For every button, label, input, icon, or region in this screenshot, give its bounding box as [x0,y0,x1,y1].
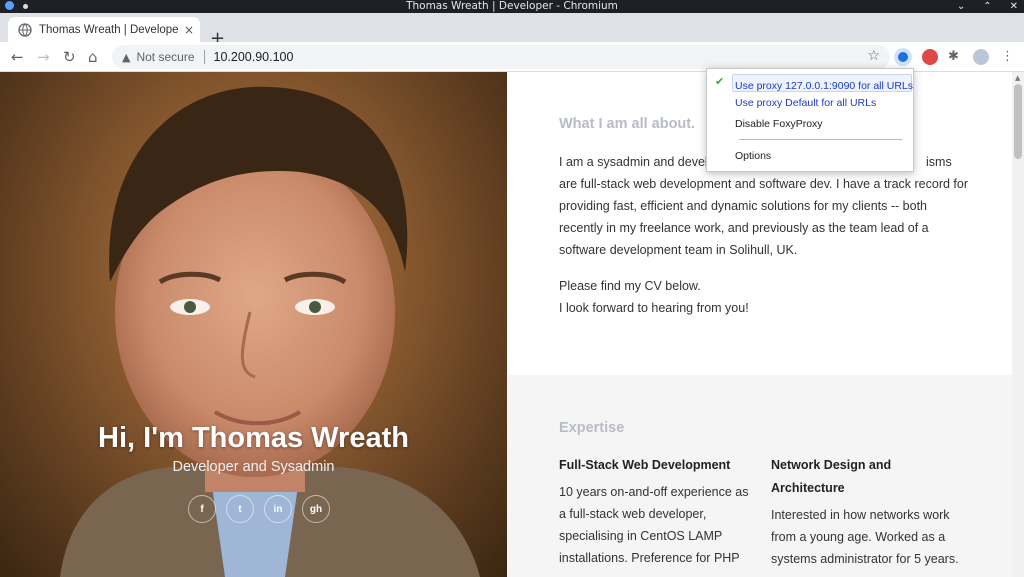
home-button[interactable]: ⌂ [88,48,98,66]
window-title: Thomas Wreath | Developer - Chromium [406,0,618,12]
expertise-line: Interested in how networks work [771,508,950,522]
tab-title: Thomas Wreath | Develope [39,23,179,36]
contact-line: I look forward to hearing from you! [559,301,749,315]
expertise-line: specialising in CentOS LAMP [559,529,723,543]
about-line: providing fast, efficient and dynamic so… [559,199,927,213]
page-scrollbar[interactable]: ▲ [1012,72,1024,577]
expertise-line: 10 years on-and-off experience as [559,485,749,499]
expertise-section: Expertise Full-Stack Web Development 10 … [507,375,1012,577]
extension-red-icon[interactable] [922,49,938,65]
scroll-up-icon[interactable]: ▲ [1015,74,1020,82]
options-item[interactable]: Options [735,150,771,162]
expertise-line: installations. Preference for PHP [559,551,740,565]
hero-subtitle: Developer and Sysadmin [172,459,335,475]
expertise-column-webdev: Full-Stack Web Development 10 years on-a… [559,454,754,569]
contact-paragraph: Please find my CV below. I look forward … [559,275,969,319]
foxyproxy-popup: ✔ Use proxy 127.0.0.1:9090 for all URLs … [706,68,914,172]
omnibox-divider [203,50,205,64]
globe-icon [18,22,32,37]
security-label[interactable]: Not secure [136,50,194,64]
warning-icon[interactable]: ▲ [122,51,130,64]
expertise-title: Network Design and Architecture [771,454,966,500]
os-title-bar: Thomas Wreath | Developer - Chromium ⌄ ⌃… [0,0,1024,13]
bookmark-star-icon[interactable]: ☆ [867,48,880,64]
maximize-icon[interactable]: ⌃ [983,0,991,13]
contact-line: Please find my CV below. [559,279,701,293]
tab-strip: Thomas Wreath | Develope × + [0,13,1024,48]
popup-divider [739,139,902,140]
linkedin-icon[interactable]: in [264,495,292,523]
expertise-heading: Expertise [559,420,625,436]
expertise-title-line: Architecture [771,481,845,495]
menu-kebab-icon[interactable]: ⋮ [1001,49,1017,65]
about-line: I am a sysadmin and devel [559,155,708,169]
hero-section: Hi, I'm Thomas Wreath Developer and Sysa… [0,72,507,577]
profile-avatar[interactable] [973,49,989,65]
facebook-icon[interactable]: f [188,495,216,523]
back-button[interactable]: ← [11,48,24,66]
proxy-option-localhost[interactable]: Use proxy 127.0.0.1:9090 for all URLs [735,80,913,92]
minimize-icon[interactable]: ⌄ [957,0,965,13]
github-icon[interactable]: gh [302,495,330,523]
expertise-line: a full-stack web developer, [559,507,707,521]
scrollbar-thumb[interactable] [1014,84,1022,159]
expertise-title-line: Network Design and [771,458,892,472]
proxy-option-default[interactable]: Use proxy Default for all URLs [735,97,876,109]
about-line-tail: isms [926,155,952,169]
close-tab-icon[interactable]: × [184,23,194,37]
address-bar[interactable]: ▲ Not secure 10.200.90.100 ☆ [112,45,890,69]
disable-foxyproxy[interactable]: Disable FoxyProxy [735,118,823,130]
foxyproxy-extension-icon[interactable] [894,48,912,66]
checkmark-icon: ✔ [715,76,725,88]
about-line: software development team in Solihull, U… [559,243,798,257]
social-links: f t in gh [188,495,330,523]
hero-title: Hi, I'm Thomas Wreath [98,422,409,454]
os-dot-icon [23,4,28,9]
expertise-line: from a young age. Worked as a [771,530,946,544]
expertise-column-network: Network Design and Architecture Intereste… [771,454,966,570]
extensions-puzzle-icon[interactable]: ✱ [948,49,964,65]
browser-tab[interactable]: Thomas Wreath | Develope × [8,17,200,42]
about-heading: What I am all about. [559,116,696,132]
close-window-icon[interactable]: ✕ [1010,0,1018,13]
expertise-line: systems administrator for 5 years. [771,552,959,566]
expertise-title: Full-Stack Web Development [559,458,731,472]
about-line: are full-stack web development and softw… [559,177,968,191]
url-text[interactable]: 10.200.90.100 [214,50,294,64]
twitter-icon[interactable]: t [226,495,254,523]
reload-button[interactable]: ↻ [63,48,76,66]
os-menu-icon[interactable] [5,1,14,10]
forward-button[interactable]: → [37,48,50,66]
about-line: recently in my freelance work, and previ… [559,221,929,235]
